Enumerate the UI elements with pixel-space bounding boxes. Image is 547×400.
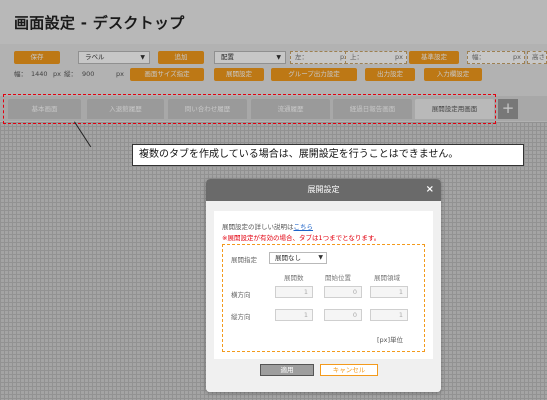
vertical-count-input[interactable]: 1 <box>275 309 313 321</box>
horizontal-start-input[interactable]: 0 <box>324 286 362 298</box>
horizontal-area-input[interactable]: 1 <box>370 286 408 298</box>
vertical-label: 縦方向 <box>231 313 251 321</box>
help-prefix: 展開設定の詳しい説明は <box>222 223 294 231</box>
column-area-header: 展開領域 <box>374 274 400 282</box>
expand-type-label: 展開指定 <box>231 256 257 264</box>
horizontal-count-input[interactable]: 1 <box>275 286 313 298</box>
close-icon[interactable]: × <box>426 179 434 201</box>
vertical-area-input[interactable]: 1 <box>370 309 408 321</box>
apply-button[interactable]: 適用 <box>260 364 314 376</box>
column-count-header: 展開数 <box>284 274 304 282</box>
warning-text: ※展開設定が有効の場合、タブは1つまでとなります。 <box>222 234 381 242</box>
vertical-start-input[interactable]: 0 <box>324 309 362 321</box>
chevron-down-icon: ▼ <box>318 254 323 261</box>
dialog-title: 展開設定 <box>307 185 340 194</box>
expand-type-value: 展開なし <box>275 254 301 262</box>
expand-form: 展開指定 展開なし ▼ 展開数 開始位置 展開領域 横方向 1 0 1 縦方向 1… <box>222 244 425 352</box>
dialog-panel: 展開設定の詳しい説明はこちら ※展開設定が有効の場合、タブは1つまでとなります。… <box>214 211 433 359</box>
expand-type-select[interactable]: 展開なし ▼ <box>269 252 327 264</box>
callout-note: 複数のタブを作成している場合は、展開設定を行うことはできません。 <box>132 144 524 166</box>
help-link[interactable]: こちら <box>294 223 314 231</box>
cancel-button[interactable]: キャンセル <box>320 364 378 376</box>
tab-highlight-box <box>3 94 496 124</box>
expand-settings-dialog: 展開設定 × 展開設定の詳しい説明はこちら ※展開設定が有効の場合、タブは1つま… <box>206 179 441 392</box>
dialog-header: 展開設定 × <box>206 179 441 201</box>
horizontal-label: 横方向 <box>231 291 251 299</box>
help-text: 展開設定の詳しい説明はこちら <box>222 221 313 231</box>
unit-note: [px]単位 <box>377 336 404 344</box>
column-start-header: 開始位置 <box>325 274 351 282</box>
dialog-body: 展開設定の詳しい説明はこちら ※展開設定が有効の場合、タブは1つまでとなります。… <box>206 201 441 392</box>
